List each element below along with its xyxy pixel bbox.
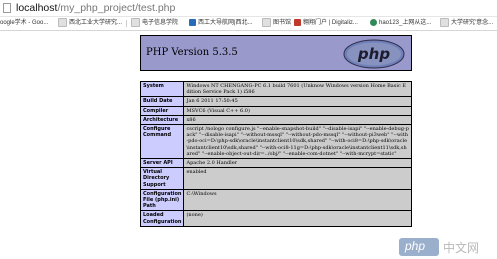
table-row: Architecture x86	[139, 114, 412, 126]
php-logo-text: php	[357, 45, 390, 63]
bookmark-label: 电子信息学院	[142, 20, 179, 26]
row-key: System	[139, 80, 185, 98]
row-value: cscript /nologo configure.js "--enable-s…	[183, 124, 412, 160]
bookmark-label: 西北工业大学研究...	[69, 20, 123, 26]
row-key: Configuration File (php.ini) Path	[139, 188, 185, 212]
bookmark-eie[interactable]: 电子信息学院	[131, 17, 178, 30]
row-value: x86	[183, 114, 412, 126]
table-row: System Windows NT CHENGANG-PC 6.1 build …	[139, 80, 412, 98]
table-row: Configuration File (php.ini) Path C:\Win…	[139, 188, 412, 212]
row-key: Build Date	[139, 96, 185, 107]
row-key: Server API	[139, 158, 185, 169]
page-icon	[3, 3, 11, 13]
page-icon	[440, 17, 449, 27]
page-content: PHP Version 5.3.5 php System Windows NT …	[0, 31, 497, 256]
row-key: Virtual Directory Support	[139, 167, 185, 190]
url-field[interactable]: localhost/my_php_project/test.php	[16, 1, 175, 15]
page-icon	[131, 17, 140, 27]
table-row: Server API Apache 2.0 Handler	[139, 158, 412, 169]
bookmark-separator	[126, 20, 127, 27]
row-value: Apache 2.0 Handler	[183, 158, 412, 169]
table-row: Loaded Configuration (none)	[139, 210, 412, 227]
address-bar[interactable]: localhost/my_php_project/test.php	[0, 0, 497, 17]
php-version-title: PHP Version 5.3.5	[146, 47, 238, 58]
portal-icon	[294, 18, 301, 26]
url-path: /my_php_project/test.php	[57, 2, 176, 14]
row-value: enabled	[183, 167, 412, 190]
table-row: Configure Command cscript /nologo config…	[139, 124, 412, 160]
watermark: php 中文网	[399, 235, 497, 259]
row-value: (none)	[183, 210, 412, 227]
site-icon	[189, 18, 196, 26]
table-row: Compiler MSVC6 (Visual C++ 6.0)	[139, 105, 412, 116]
bookmark-label: oogle学术 - Goo...	[0, 20, 49, 26]
url-host: localhost	[16, 2, 58, 14]
bookmark-google-scholar[interactable]: oogle学术 - Goo...	[0, 17, 48, 30]
bookmark-label: 大学研究'意念...	[451, 20, 494, 26]
bookmark-label: 西工大导航网|西北...	[198, 20, 253, 26]
bookmark-nwpu-research[interactable]: 西北工业大学研究...	[58, 17, 122, 30]
bookmark-label: 图书馆	[273, 20, 292, 26]
watermark-text: 中文网	[443, 241, 480, 255]
bookmark-library[interactable]: 图书馆	[262, 17, 291, 30]
php-logo-icon: php	[343, 39, 405, 69]
hao123-icon	[370, 18, 377, 26]
row-value: Windows NT CHENGANG-PC 6.1 build 7601 (U…	[183, 80, 412, 98]
bookmark-portal[interactable]: 翱翔门户 | Digitaliz...	[294, 17, 358, 30]
bookmark-university[interactable]: 大学研究'意念...	[440, 17, 493, 30]
phpinfo-table: System Windows NT CHENGANG-PC 6.1 build …	[139, 80, 412, 227]
bookmark-hao123[interactable]: hao123_上网从这...	[370, 17, 431, 30]
bookmarks-bar: oogle学术 - Goo... 西北工业大学研究... 电子信息学院 西工大导…	[0, 17, 497, 31]
table-row: Virtual Directory Support enabled	[139, 167, 412, 190]
watermark-badge-text: php	[405, 239, 426, 253]
row-key: Compiler	[139, 105, 185, 116]
page-icon	[58, 17, 67, 27]
phpinfo-header: PHP Version 5.3.5 php	[140, 35, 412, 71]
bookmark-nwpu-nav[interactable]: 西工大导航网|西北...	[189, 17, 253, 30]
bookmark-label: 翱翔门户 | Digitaliz...	[303, 20, 358, 26]
watermark-badge: php	[399, 238, 439, 256]
table-row: Build Date Jan 6 2011 17:50:45	[139, 96, 412, 107]
row-value: Jan 6 2011 17:50:45	[183, 96, 412, 107]
page-icon	[262, 17, 271, 27]
row-key: Loaded Configuration	[139, 210, 185, 227]
row-key: Architecture	[139, 114, 185, 126]
bookmark-label: hao123_上网从这...	[379, 20, 432, 26]
row-value: MSVC6 (Visual C++ 6.0)	[183, 105, 412, 116]
row-value: C:\Windows	[183, 188, 412, 212]
row-key: Configure Command	[139, 124, 185, 160]
